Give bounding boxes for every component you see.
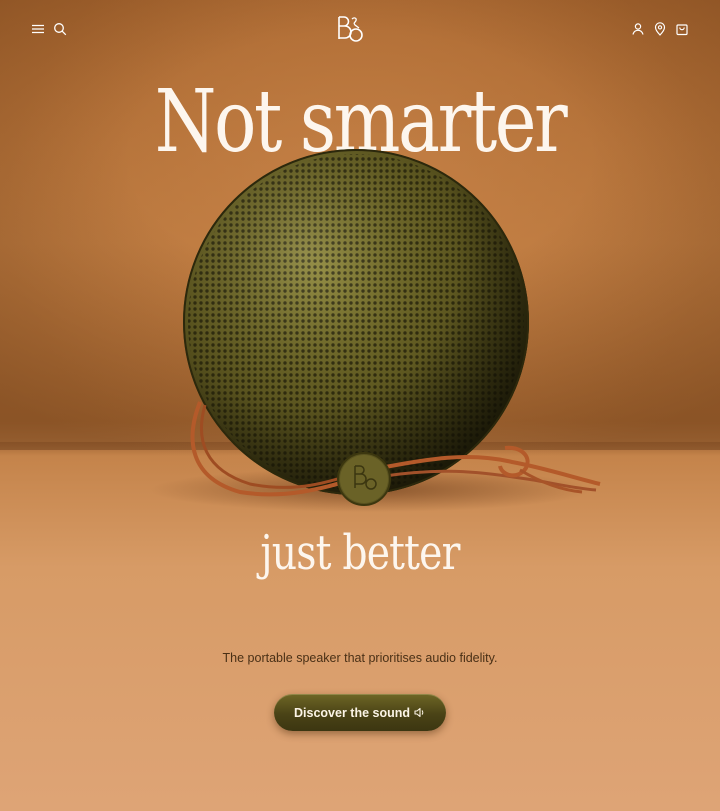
floor-edge (0, 442, 720, 456)
site-header (0, 0, 720, 58)
shopping-bag-icon[interactable] (673, 20, 691, 38)
search-icon[interactable] (51, 20, 69, 38)
hero-tagline: The portable speaker that prioritises au… (222, 651, 498, 665)
user-icon[interactable] (629, 20, 647, 38)
wall-vignette (0, 0, 720, 450)
menu-icon[interactable] (29, 20, 47, 38)
location-pin-icon[interactable] (651, 20, 669, 38)
discover-sound-label: Discover the sound (294, 705, 410, 720)
hero-subheadline: just better (260, 525, 460, 581)
speaker-volume-icon (414, 707, 424, 718)
bang-olufsen-logo[interactable] (334, 14, 364, 44)
hero-headline: Not smarter (154, 72, 568, 172)
discover-sound-button[interactable]: Discover the sound (274, 694, 446, 731)
